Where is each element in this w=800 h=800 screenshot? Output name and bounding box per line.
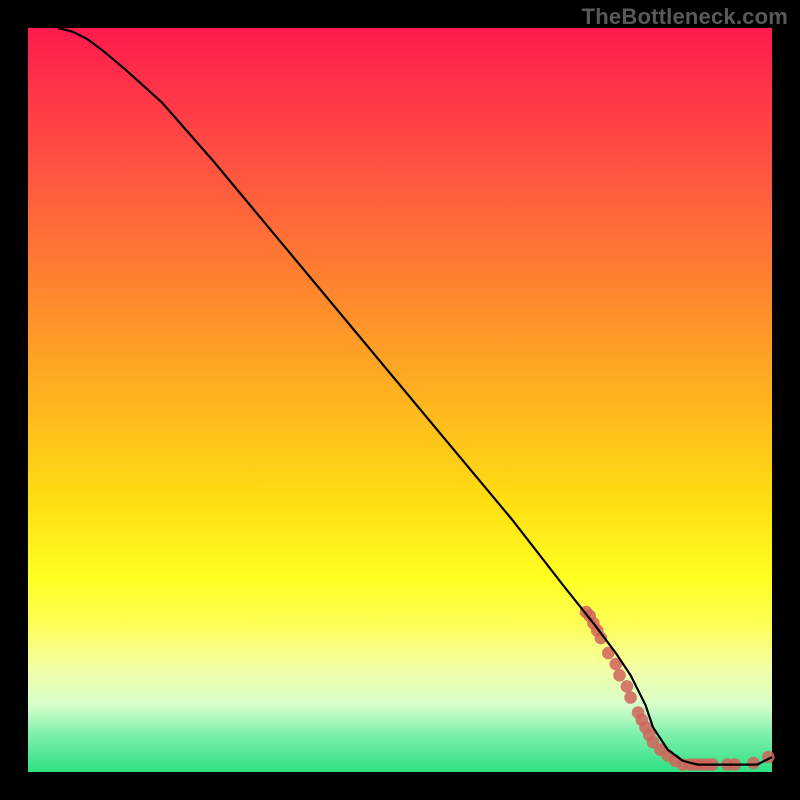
marker-layer (580, 606, 775, 771)
plot-area (28, 28, 772, 772)
watermark-text: TheBottleneck.com (582, 4, 788, 30)
marker-dot (624, 691, 637, 704)
chart-svg (28, 28, 772, 772)
marker-dot (621, 680, 634, 693)
marker-dot (613, 669, 626, 682)
chart-frame: TheBottleneck.com (0, 0, 800, 800)
curve-line (58, 28, 772, 765)
